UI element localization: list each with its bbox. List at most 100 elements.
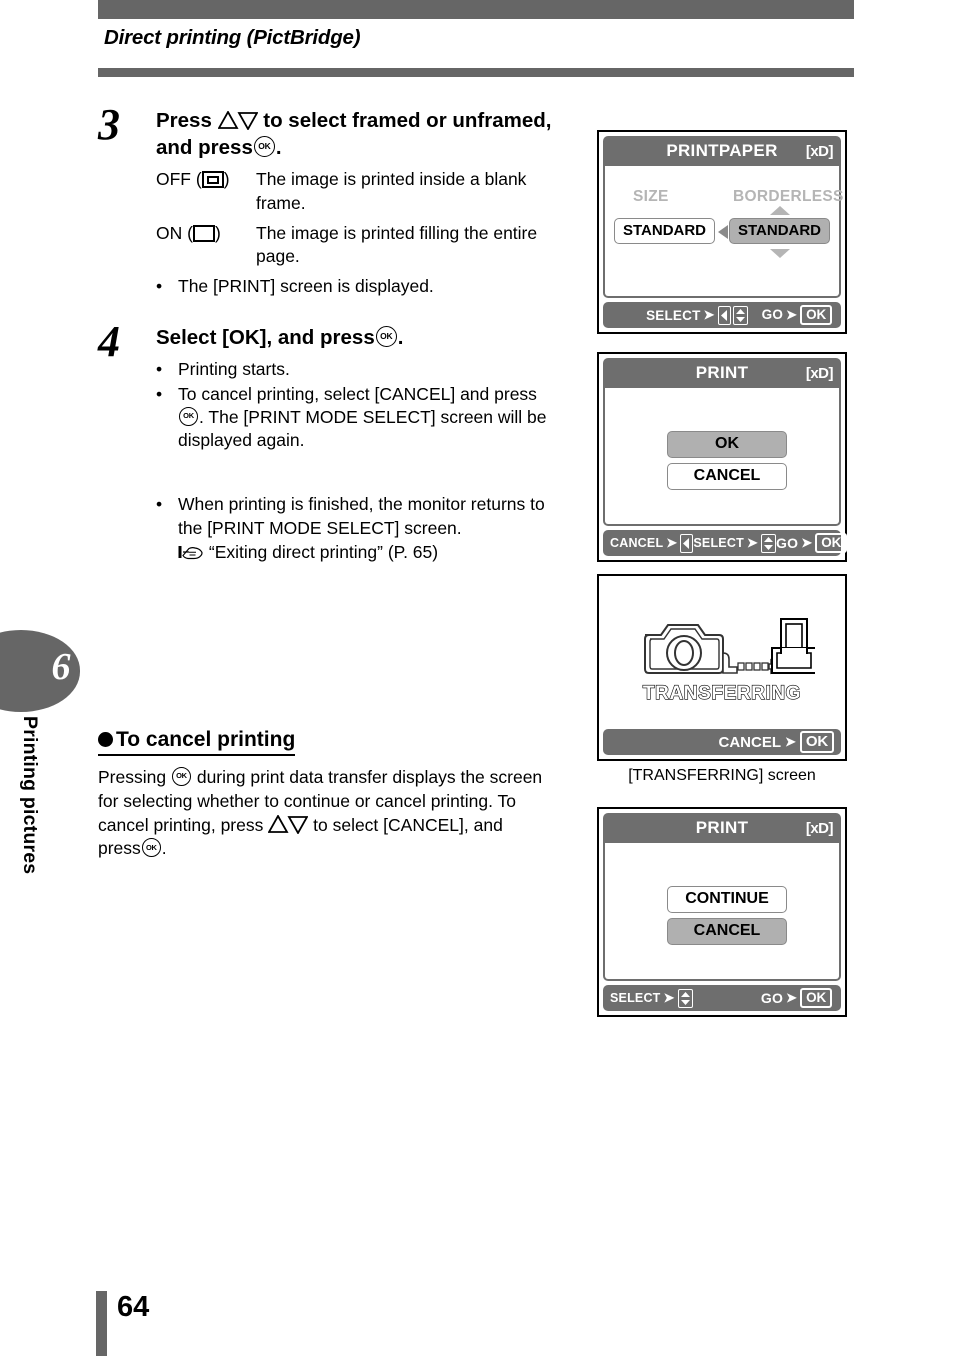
bullet-disc-icon [98, 732, 113, 747]
cancel-body-part1: Pressing [98, 767, 167, 787]
ok-key-icon: OK [799, 730, 834, 754]
media-badge-text: xD [810, 142, 829, 160]
step-4-bullet-3-text: When printing is finished, the monitor r… [178, 493, 558, 564]
definition-row-on: ON () The image is printed filling the e… [156, 222, 558, 269]
up-down-arrows-icon [217, 111, 258, 130]
cancel-printing-section: To cancel printing Pressing during print… [98, 728, 548, 861]
screen-footer-bar: CANCEL ➤ SELECT ➤ GO ➤ OK [603, 530, 848, 556]
page-number: 64 [117, 1291, 150, 1323]
arrow-right-icon: ➤ [663, 990, 675, 1005]
definition-term-on: ON () [156, 222, 221, 243]
footer-hint-go: GO ➤ OK [761, 304, 832, 326]
screen-footer-bar: SELECT ➤ GO ➤ OK [603, 985, 841, 1011]
arrow-right-icon: ➤ [666, 535, 678, 550]
cancel-printing-heading: To cancel printing [98, 728, 296, 756]
screen-print-continue: PRINT [xD] CONTINUE CANCEL SELECT ➤ GO ➤… [597, 807, 847, 1017]
media-badge-text: xD [810, 364, 829, 382]
screens-column: PRINTPAPER [xD] SIZE BORDERLESS STANDARD… [597, 130, 848, 1017]
transferring-body: TRANSFERRING [603, 580, 841, 725]
screen-transferring: TRANSFERRING CANCEL ➤ OK [597, 574, 847, 761]
size-value-button[interactable]: STANDARD [614, 218, 715, 244]
screen-title-text: PRINTPAPER [666, 141, 778, 160]
step-3-title: Press to select framed or unframed, and … [156, 108, 558, 161]
definition-term-off: OFF () [156, 169, 230, 190]
footer-hint-select: SELECT ➤ [610, 988, 693, 1008]
up-down-key-icon [732, 305, 748, 325]
footer-hint-cancel-label: CANCEL [610, 536, 664, 550]
step-4-bullet-3-body: When printing is finished, the monitor r… [178, 494, 545, 538]
footer-hint-select-label: SELECT [610, 991, 661, 1005]
step-4-title-part3: . [397, 325, 404, 349]
step-4-bullet-2-head: To cancel printing, select [CANCEL] and … [178, 383, 537, 404]
ok-menu-button[interactable]: OK [667, 431, 787, 458]
media-badge: [xD] [805, 142, 834, 160]
ok-key-icon: OK [800, 987, 832, 1009]
header-rule-bottom [98, 68, 854, 77]
screen-footer-bar: SELECT ➤ GO ➤ OK [603, 302, 841, 328]
footer-hint-select: SELECT ➤ [646, 305, 748, 325]
cancel-printing-heading-text: To cancel printing [116, 728, 296, 751]
continue-menu-button[interactable]: CONTINUE [667, 886, 787, 913]
instructions-column: 3 Press to select framed or unframed, an… [98, 100, 558, 568]
definition-desc-off: The image is printed inside a blank fram… [256, 169, 527, 213]
ok-button-icon [179, 406, 198, 426]
down-caret-icon [768, 246, 792, 264]
step-4: 4 Select [OK], and press. • Printing sta… [98, 317, 558, 565]
ok-button-icon [141, 838, 161, 858]
frame-off-icon [201, 171, 224, 189]
ok-key-icon: OK [815, 532, 848, 554]
step-3-title-part2: to select framed or unframed, and press [156, 109, 552, 159]
arrow-right-icon: ➤ [786, 989, 798, 1005]
ok-button-icon [253, 135, 275, 157]
definition-term-on-text: ON [156, 222, 183, 243]
footer-hint-select-label: SELECT [646, 307, 701, 323]
screen-content: OK CANCEL [603, 388, 841, 526]
step-4-bullet-1: • Printing starts. [156, 358, 558, 381]
printpaper-body: SIZE BORDERLESS STANDARD STANDARD [605, 166, 843, 296]
cancel-menu-button[interactable]: CANCEL [667, 463, 787, 490]
ok-key-icon: OK [800, 304, 832, 326]
frame-on-icon [192, 224, 215, 242]
print-ok-body: OK CANCEL [605, 388, 839, 524]
footer-hint-go-label: GO [776, 534, 799, 551]
footer-hint-cancel: CANCEL ➤ [610, 533, 694, 553]
step-4-bullet-2-tail: . The [PRINT MODE SELECT] screen will be… [178, 406, 547, 451]
arrow-right-icon: ➤ [784, 734, 796, 749]
bullet-marker: • [156, 359, 163, 380]
footer-hint-select: SELECT ➤ [693, 533, 776, 553]
step-4-bullet-2-text: To cancel printing, select [CANCEL] and … [178, 383, 558, 453]
chapter-number: 6 [51, 646, 71, 688]
bullet-marker: • [156, 494, 163, 515]
definition-term-off-text: OFF [156, 169, 191, 190]
footer-rule [96, 1291, 107, 1356]
footer-hint-cancel-label: CANCEL [718, 733, 781, 751]
step-3-number: 3 [98, 100, 120, 149]
ok-button-icon [375, 325, 397, 347]
step-4-title-part1: Select [OK], and press [156, 325, 375, 349]
left-right-key-icon [717, 305, 731, 325]
step-4-bullet-1-text: Printing starts. [178, 359, 290, 380]
step-3-title-part1: Press [156, 109, 212, 132]
reference-line: “Exiting direct printing” (P. 65) [178, 541, 558, 564]
screen-title-bar: PRINT [xD] [603, 813, 841, 843]
screen-content: SIZE BORDERLESS STANDARD STANDARD [603, 166, 843, 298]
media-badge-text: xD [810, 819, 829, 837]
footer-hint-go-label: GO [761, 307, 784, 323]
label-size: SIZE [633, 188, 669, 205]
screen-title-bar: PRINTPAPER [xD] [603, 136, 841, 166]
left-key-icon [680, 533, 694, 553]
screen-title-text: PRINT [695, 818, 749, 837]
arrow-right-icon: ➤ [746, 535, 758, 550]
footer-hint-go: GO ➤ OK [776, 532, 848, 554]
cancel-printing-body: Pressing during print data transfer disp… [98, 766, 548, 861]
up-down-arrows-icon [268, 814, 309, 834]
screen-title-text: PRINT [695, 363, 749, 382]
step-4-number: 4 [98, 316, 120, 366]
pointing-hand-icon [178, 544, 204, 561]
cancel-menu-button[interactable]: CANCEL [667, 918, 787, 945]
footer-hint-go: GO ➤ OK [761, 987, 832, 1009]
media-badge: [xD] [805, 819, 834, 837]
footer-hint-select-label: SELECT [693, 536, 744, 550]
reference-text: “Exiting direct printing” (P. 65) [208, 541, 439, 562]
left-caret-icon [717, 223, 729, 246]
